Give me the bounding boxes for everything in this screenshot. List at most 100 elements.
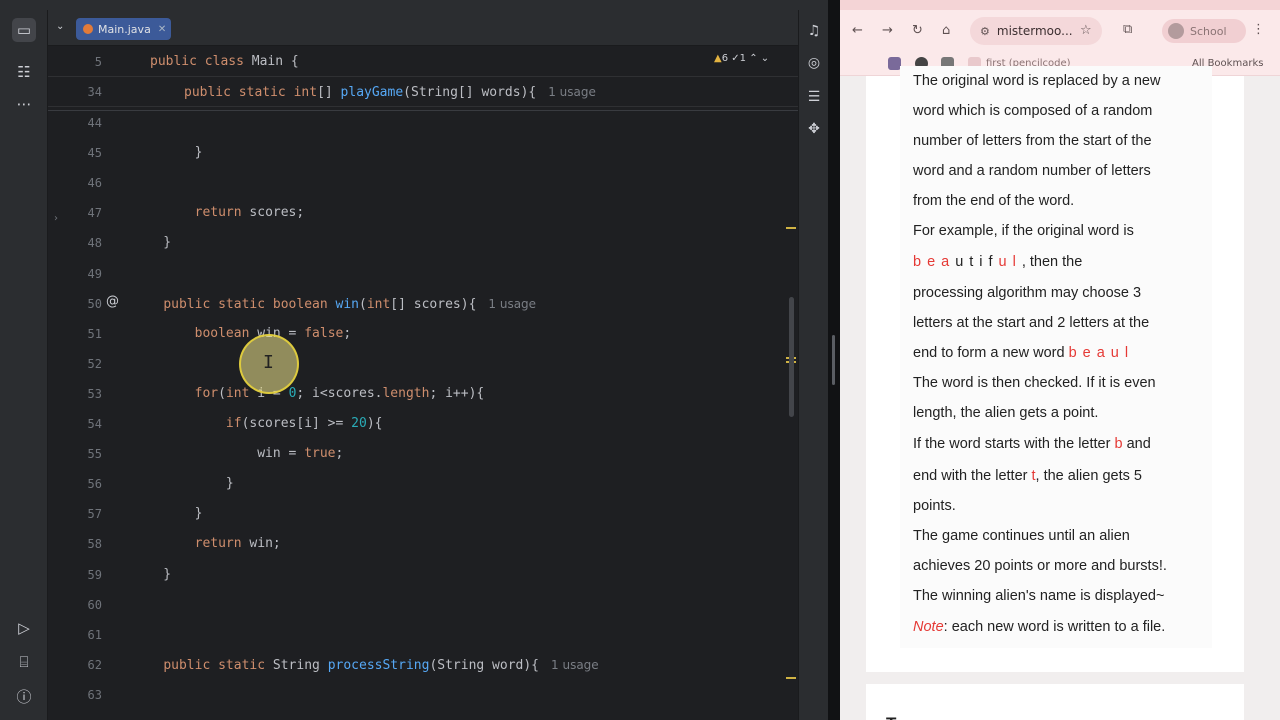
- code-token: ){: [366, 416, 383, 431]
- code-line[interactable]: 58 return win;: [48, 529, 798, 559]
- doc-text: The original word is replaced by a new: [913, 73, 1161, 89]
- forward-arrow-icon[interactable]: →: [882, 23, 893, 38]
- doc-line: For example, if the original word is: [913, 223, 1134, 239]
- code-line[interactable]: 49: [48, 259, 798, 289]
- ide-window: ▭ ☷ ⋯ ▷ ⌸ ⓘ ⌄ Main.java ✕ 5 public class …: [0, 0, 840, 720]
- line-number: 61: [87, 627, 102, 642]
- text-cursor-icon: I: [263, 352, 274, 373]
- code-text: public static int[] playGame(String[] wo…: [184, 77, 596, 108]
- code-token: true: [304, 446, 336, 462]
- doc-line: word which is composed of a random: [913, 103, 1152, 119]
- code-token: win;: [249, 536, 281, 552]
- site-info-icon[interactable]: ⚙: [980, 25, 990, 38]
- code-line[interactable]: 52: [48, 349, 798, 379]
- annotation-at-icon[interactable]: @: [106, 294, 119, 309]
- code-line[interactable]: 57 }: [48, 499, 798, 529]
- chevron-up-icon[interactable]: ⌃: [749, 53, 757, 64]
- doc-line: The winning alien's name is displayed~: [913, 588, 1164, 604]
- close-icon[interactable]: ✕: [158, 24, 166, 35]
- weak-warning-count: 1: [739, 53, 747, 64]
- web-page: The original word is replaced by a new wo…: [840, 66, 1280, 720]
- code-token: public static: [184, 85, 294, 100]
- project-folder-icon[interactable]: ▭: [12, 18, 36, 42]
- code-line[interactable]: 59 }: [48, 560, 798, 590]
- fold-arrow-icon[interactable]: ›: [54, 213, 58, 224]
- code-line[interactable]: 61: [48, 620, 798, 650]
- code-text: boolean win = false;: [132, 319, 352, 349]
- plugin-icon[interactable]: ✥: [803, 118, 825, 140]
- code-token: ;: [343, 325, 352, 341]
- code-editor[interactable]: 5 public class Main {34 public static int[…: [48, 47, 798, 720]
- doc-line: end with the letter t, the alien gets 5: [913, 468, 1142, 484]
- chevron-down-icon[interactable]: ⌄: [56, 21, 64, 32]
- line-number: 50: [87, 296, 102, 311]
- sticky-code-line[interactable]: 5 public class Main {: [48, 47, 798, 77]
- more-tools-icon[interactable]: ⋯: [12, 92, 36, 116]
- sticky-code-line[interactable]: 34 public static int[] playGame(String[] …: [48, 77, 798, 107]
- code-line[interactable]: 62 public static String processString(St…: [48, 650, 798, 680]
- left-tool-rail: ▭ ☷ ⋯ ▷ ⌸ ⓘ: [0, 10, 48, 720]
- code-token: boolean: [194, 325, 258, 341]
- browser-menu-icon[interactable]: ⋮: [1252, 22, 1265, 37]
- doc-line: points.: [913, 498, 956, 514]
- code-line[interactable]: 56 }: [48, 469, 798, 499]
- code-token: }: [132, 476, 234, 492]
- usage-hint[interactable]: 1 usage: [548, 85, 596, 99]
- error-stripe-marker[interactable]: [786, 227, 796, 229]
- code-text: }: [132, 560, 171, 590]
- inspection-summary[interactable]: ▲6 ✓1 ⌃ ⌄: [714, 53, 769, 64]
- code-line[interactable]: 51 boolean win = false;: [48, 319, 798, 349]
- code-token: (: [218, 385, 226, 401]
- home-icon[interactable]: ⌂: [942, 23, 950, 38]
- reload-icon[interactable]: ↻: [912, 23, 923, 38]
- doc-highlight: bea: [913, 254, 956, 270]
- extensions-icon[interactable]: ⧉: [1123, 22, 1132, 37]
- structure-icon[interactable]: ☷: [12, 60, 36, 84]
- code-text: for(int i = 0; i<scores.length; i++){: [132, 379, 485, 409]
- profile-chip[interactable]: School: [1162, 19, 1246, 43]
- divider-handle[interactable]: [832, 335, 835, 385]
- code-line[interactable]: 60: [48, 590, 798, 620]
- code-line[interactable]: 48 }: [48, 228, 798, 258]
- code-line[interactable]: 47 return scores;: [48, 198, 798, 228]
- code-line[interactable]: 44: [48, 108, 798, 138]
- code-token: }: [132, 506, 203, 522]
- code-line[interactable]: 55 win = true;: [48, 439, 798, 469]
- doc-line: The word is then checked. If it is even: [913, 375, 1156, 391]
- ai-assistant-icon[interactable]: ◎: [803, 52, 825, 74]
- code-line[interactable]: 46: [48, 168, 798, 198]
- usage-hint[interactable]: 1 usage: [488, 297, 536, 311]
- terminal-icon[interactable]: ⌸: [12, 650, 36, 674]
- code-line[interactable]: 63: [48, 680, 798, 710]
- line-number: 53: [87, 386, 102, 401]
- code-line[interactable]: 50 public static boolean win(int[] score…: [48, 289, 798, 319]
- line-number: 45: [87, 146, 102, 161]
- code-text: return scores;: [132, 198, 305, 228]
- doc-text: end to form a new word: [913, 345, 1069, 361]
- bookmark-star-icon[interactable]: ☆: [1080, 23, 1092, 38]
- line-number: 52: [87, 356, 102, 371]
- browser-tab-strip: [840, 0, 1280, 10]
- doc-line: If the word starts with the letter b and: [913, 436, 1151, 452]
- database-icon[interactable]: ☰: [803, 86, 825, 108]
- problems-icon[interactable]: ⓘ: [12, 684, 36, 708]
- chevron-down-icon[interactable]: ⌄: [761, 53, 769, 64]
- error-stripe-marker[interactable]: [786, 677, 796, 679]
- code-line[interactable]: 54 if(scores[i] >= 20){: [48, 409, 798, 439]
- warning-count: 6: [721, 53, 729, 64]
- back-arrow-icon[interactable]: ←: [852, 23, 863, 38]
- code-line[interactable]: 45 }: [48, 138, 798, 168]
- run-services-icon[interactable]: ▷: [12, 616, 36, 640]
- doc-highlight: ul: [998, 254, 1022, 270]
- tab-main-java[interactable]: Main.java ✕: [76, 18, 171, 40]
- doc-line: end to form a new word beaul: [913, 345, 1134, 361]
- editor-scrollbar[interactable]: [789, 297, 794, 417]
- warning-icon: ▲: [714, 53, 722, 64]
- doc-text: points.: [913, 498, 956, 514]
- usage-hint[interactable]: 1 usage: [551, 658, 599, 672]
- code-line[interactable]: 53 for(int i = 0; i<scores.length; i++){: [48, 379, 798, 409]
- doc-text: and: [1122, 436, 1151, 452]
- doc-text: from the end of the word.: [913, 193, 1075, 209]
- notifications-icon[interactable]: ♫: [803, 20, 825, 42]
